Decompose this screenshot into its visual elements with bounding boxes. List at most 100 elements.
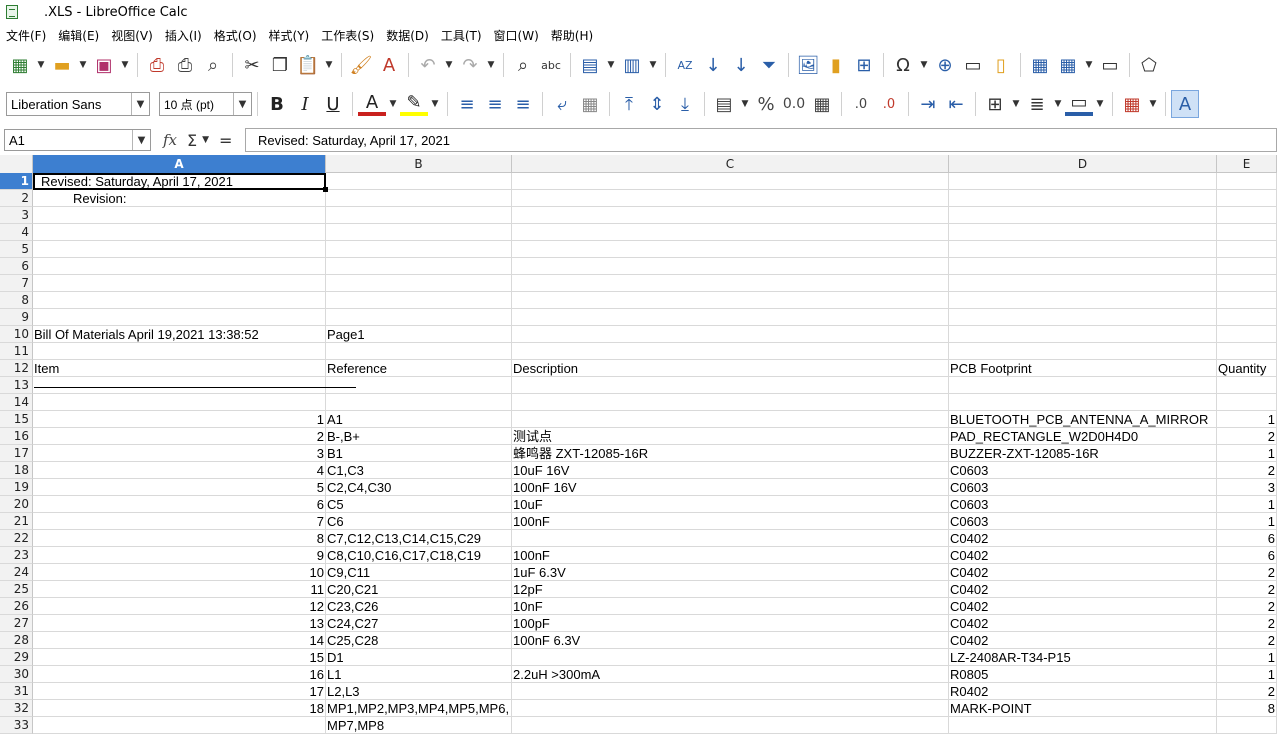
cell-b20[interactable]: C5 bbox=[326, 496, 512, 513]
cell-d11[interactable] bbox=[949, 343, 1217, 360]
cell-d25[interactable]: C0402 bbox=[949, 581, 1217, 598]
row-header[interactable]: 29 bbox=[0, 649, 33, 666]
cell-c6[interactable] bbox=[512, 258, 949, 275]
cell-a4[interactable] bbox=[33, 224, 326, 241]
row-header[interactable]: 6 bbox=[0, 258, 33, 275]
align-left-icon[interactable]: ≡ bbox=[453, 90, 481, 118]
row-header[interactable]: 31 bbox=[0, 683, 33, 700]
cell-a18[interactable]: 4 bbox=[33, 462, 326, 479]
font-size-combo[interactable]: 10 点 (pt) ▼ bbox=[159, 92, 252, 116]
cell-d21[interactable]: C0603 bbox=[949, 513, 1217, 530]
percent-format-icon[interactable]: % bbox=[752, 90, 780, 118]
row-header[interactable]: 33 bbox=[0, 717, 33, 734]
cell-c23[interactable]: 100nF bbox=[512, 547, 949, 564]
sort-descending-icon[interactable]: ↓ bbox=[727, 51, 755, 79]
font-color-icon[interactable]: A bbox=[358, 92, 386, 116]
cell-d16[interactable]: PAD_RECTANGLE_W2D0H4D0 bbox=[949, 428, 1217, 445]
row-header[interactable]: 1 bbox=[0, 173, 33, 190]
cell-e19[interactable]: 3 bbox=[1217, 479, 1277, 496]
freeze-rows-columns-icon[interactable]: ▦ bbox=[1054, 51, 1082, 79]
column-header-b[interactable]: B bbox=[326, 155, 512, 173]
cell-e21[interactable]: 1 bbox=[1217, 513, 1277, 530]
cell-a24[interactable]: 10 bbox=[33, 564, 326, 581]
add-decimal-icon[interactable]: .0 bbox=[847, 90, 875, 118]
cell-b31[interactable]: L2,L3 bbox=[326, 683, 512, 700]
cell-d33[interactable] bbox=[949, 717, 1217, 734]
cell-c13[interactable] bbox=[512, 377, 949, 394]
borders-dropdown-icon[interactable]: ▼ bbox=[1009, 90, 1023, 118]
bold-icon[interactable]: B bbox=[263, 90, 291, 118]
italic-icon[interactable]: I bbox=[291, 90, 319, 118]
cell-d28[interactable]: C0402 bbox=[949, 632, 1217, 649]
cell-c32[interactable] bbox=[512, 700, 949, 717]
cell-e15[interactable]: 1 bbox=[1217, 411, 1277, 428]
cell-a28[interactable]: 14 bbox=[33, 632, 326, 649]
cell-a9[interactable] bbox=[33, 309, 326, 326]
sort-ascending-icon[interactable]: ↓ bbox=[699, 51, 727, 79]
center-vertically-icon[interactable]: ⇕ bbox=[643, 90, 671, 118]
currency-format-icon[interactable]: ▤ bbox=[710, 90, 738, 118]
cell-b29[interactable]: D1 bbox=[326, 649, 512, 666]
menu-item[interactable]: 数据(D) bbox=[383, 27, 432, 44]
cell-e33[interactable] bbox=[1217, 717, 1277, 734]
cell-c17[interactable]: 蜂鸣器 ZXT-12085-16R bbox=[512, 445, 949, 462]
menu-item[interactable]: 文件(F) bbox=[3, 27, 49, 44]
cell-e31[interactable]: 2 bbox=[1217, 683, 1277, 700]
cell-d27[interactable]: C0402 bbox=[949, 615, 1217, 632]
paste-icon[interactable]: 📋 bbox=[294, 51, 322, 79]
save-dropdown-icon[interactable]: ▼ bbox=[118, 51, 132, 79]
cell-b2[interactable] bbox=[326, 190, 512, 207]
cell-b8[interactable] bbox=[326, 292, 512, 309]
row-header[interactable]: 26 bbox=[0, 598, 33, 615]
cell-d12[interactable]: PCB Footprint bbox=[949, 360, 1217, 377]
align-center-icon[interactable]: ≡ bbox=[481, 90, 509, 118]
chevron-down-icon[interactable]: ▼ bbox=[132, 130, 150, 150]
comment-icon[interactable]: ▭ bbox=[959, 51, 987, 79]
cell-a15[interactable]: 1 bbox=[33, 411, 326, 428]
row-dropdown-icon[interactable]: ▼ bbox=[604, 51, 618, 79]
cell-b28[interactable]: C25,C28 bbox=[326, 632, 512, 649]
column-header-c[interactable]: C bbox=[512, 155, 949, 173]
row-header[interactable]: 15 bbox=[0, 411, 33, 428]
cell-a32[interactable]: 18 bbox=[33, 700, 326, 717]
clone-formatting-icon[interactable]: 🖌 bbox=[347, 51, 375, 79]
cell-a21[interactable]: 7 bbox=[33, 513, 326, 530]
cell-e13[interactable] bbox=[1217, 377, 1277, 394]
cell-d3[interactable] bbox=[949, 207, 1217, 224]
date-format-icon[interactable]: ▦ bbox=[808, 90, 836, 118]
cell-d14[interactable] bbox=[949, 394, 1217, 411]
open-folder-icon[interactable]: ▬ bbox=[48, 51, 76, 79]
cell-d15[interactable]: BLUETOOTH_PCB_ANTENNA_A_MIRROR bbox=[949, 411, 1217, 428]
cell-c16[interactable]: 测试点 bbox=[512, 428, 949, 445]
row-header[interactable]: 23 bbox=[0, 547, 33, 564]
cell-c25[interactable]: 12pF bbox=[512, 581, 949, 598]
row-header[interactable]: 30 bbox=[0, 666, 33, 683]
cell-b4[interactable] bbox=[326, 224, 512, 241]
cell-e23[interactable]: 6 bbox=[1217, 547, 1277, 564]
column-header-e[interactable]: E bbox=[1217, 155, 1277, 173]
align-right-icon[interactable]: ≡ bbox=[509, 90, 537, 118]
cell-d10[interactable] bbox=[949, 326, 1217, 343]
row-header[interactable]: 18 bbox=[0, 462, 33, 479]
cell-a11[interactable] bbox=[33, 343, 326, 360]
insert-image-icon[interactable]: 🖼 bbox=[794, 51, 822, 79]
cell-d4[interactable] bbox=[949, 224, 1217, 241]
cell-d31[interactable]: R0402 bbox=[949, 683, 1217, 700]
cell-c29[interactable] bbox=[512, 649, 949, 666]
row-header[interactable]: 7 bbox=[0, 275, 33, 292]
cell-a8[interactable] bbox=[33, 292, 326, 309]
increase-indent-icon[interactable]: ⇥ bbox=[914, 90, 942, 118]
cell-c31[interactable] bbox=[512, 683, 949, 700]
cell-c27[interactable]: 100pF bbox=[512, 615, 949, 632]
cell-b25[interactable]: C20,C21 bbox=[326, 581, 512, 598]
menu-item[interactable]: 格式(O) bbox=[211, 27, 260, 44]
cell-e20[interactable]: 1 bbox=[1217, 496, 1277, 513]
cell-a5[interactable] bbox=[33, 241, 326, 258]
cell-b11[interactable] bbox=[326, 343, 512, 360]
undo-icon[interactable]: ↶ bbox=[414, 51, 442, 79]
cell-d17[interactable]: BUZZER-ZXT-12085-16R bbox=[949, 445, 1217, 462]
cell-e1[interactable] bbox=[1217, 173, 1277, 190]
cell-c5[interactable] bbox=[512, 241, 949, 258]
cell-a29[interactable]: 15 bbox=[33, 649, 326, 666]
cell-e12[interactable]: Quantity bbox=[1217, 360, 1277, 377]
